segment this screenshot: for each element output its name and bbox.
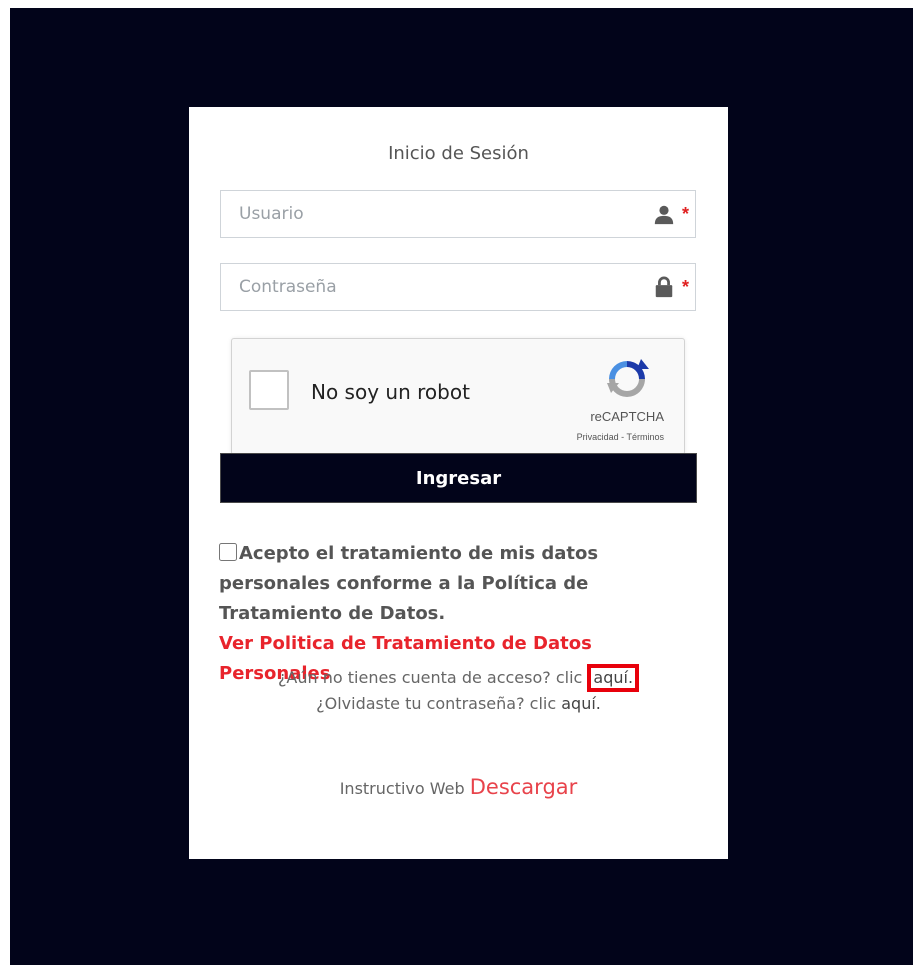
- username-input[interactable]: [221, 191, 631, 237]
- login-button[interactable]: Ingresar: [220, 453, 697, 503]
- consent-text: Acepto el tratamiento de mis datos perso…: [219, 543, 599, 624]
- required-marker: *: [681, 204, 689, 224]
- recaptcha-logo-icon: [607, 359, 649, 397]
- instructivo-text: Instructivo Web: [339, 779, 465, 798]
- recaptcha-label: No soy un robot: [311, 380, 470, 404]
- password-field[interactable]: *: [220, 263, 696, 311]
- signup-text: ¿Aún no tienes cuenta de acceso? clic: [277, 668, 583, 687]
- user-icon: [654, 205, 674, 225]
- instructivo-line: Instructivo Web Descargar: [189, 775, 728, 799]
- login-title: Inicio de Sesión: [388, 143, 529, 164]
- consent-checkbox[interactable]: [219, 543, 237, 561]
- recaptcha-brand: reCAPTCHA: [590, 409, 664, 424]
- forgot-password-text: ¿Olvidaste tu contraseña? clic: [316, 694, 557, 713]
- forgot-password-link[interactable]: aquí.: [561, 694, 601, 713]
- download-link[interactable]: Descargar: [470, 775, 578, 799]
- required-marker: *: [681, 277, 689, 297]
- recaptcha-checkbox[interactable]: [249, 370, 289, 410]
- login-card: Inicio de Sesión * * No soy un robot reC…: [189, 107, 728, 859]
- recaptcha-links[interactable]: Privacidad - Términos: [577, 432, 664, 442]
- signup-line: ¿Aún no tienes cuenta de acceso? clic aq…: [189, 664, 728, 692]
- lock-icon: [655, 276, 673, 298]
- recaptcha-widget: No soy un robot reCAPTCHA Privacidad - T…: [231, 338, 685, 455]
- username-field[interactable]: *: [220, 190, 696, 238]
- signup-link[interactable]: aquí.: [587, 664, 640, 692]
- password-input[interactable]: [221, 264, 631, 310]
- forgot-password-line: ¿Olvidaste tu contraseña? clic aquí.: [189, 694, 728, 713]
